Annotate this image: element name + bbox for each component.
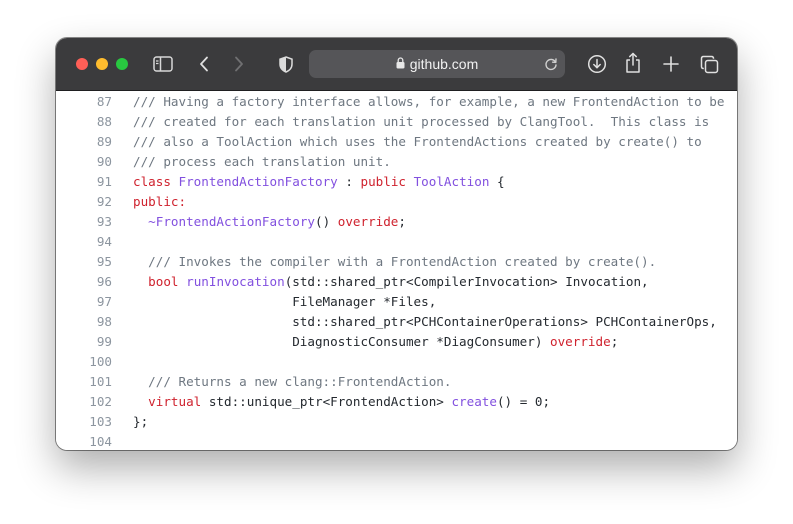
line-number[interactable]: 94 bbox=[56, 232, 112, 252]
code-token-entity: runInvocation bbox=[186, 274, 285, 289]
code-text: /// also a ToolAction which uses the Fro… bbox=[133, 132, 702, 152]
line-number[interactable]: 87 bbox=[56, 92, 112, 112]
browser-window: github.com 87 /// Having a factory interf… bbox=[56, 38, 737, 450]
code-token-comment: /// Invokes the compiler with a Frontend… bbox=[133, 254, 657, 269]
lock-icon bbox=[396, 50, 405, 78]
code-text: public: bbox=[133, 192, 186, 212]
url-text: github.com bbox=[409, 56, 479, 72]
code-token-plain: { bbox=[489, 174, 505, 189]
line-number[interactable]: 104 bbox=[56, 432, 112, 450]
code-text: class FrontendActionFactory : public Too… bbox=[133, 172, 505, 192]
code-token-comment: /// created for each translation unit pr… bbox=[133, 114, 710, 129]
code-text: /// process each translation unit. bbox=[133, 152, 391, 172]
browser-toolbar: github.com bbox=[56, 38, 737, 91]
code-token-plain: () = 0; bbox=[496, 394, 551, 409]
code-token-keyword: virtual bbox=[148, 394, 202, 409]
forward-icon[interactable] bbox=[231, 54, 247, 74]
line-number[interactable]: 98 bbox=[56, 312, 112, 332]
code-token-keyword: class bbox=[133, 174, 171, 189]
address-bar[interactable]: github.com bbox=[309, 50, 565, 78]
privacy-shield-icon[interactable] bbox=[277, 54, 295, 74]
tabs-overview-icon[interactable] bbox=[698, 53, 720, 75]
code-token-plain: DiagnosticConsumer *DiagConsumer) bbox=[133, 334, 551, 349]
code-token-entity: ~FrontendActionFactory bbox=[148, 214, 315, 229]
code-token-comment: /// Having a factory interface allows, f… bbox=[133, 94, 725, 109]
code-token-keyword: public: bbox=[133, 194, 187, 209]
share-icon[interactable] bbox=[623, 51, 643, 75]
code-token-plain: (std::shared_ptr<CompilerInvocation> Inv… bbox=[284, 274, 649, 289]
reload-icon[interactable] bbox=[543, 56, 559, 72]
code-token-comment: /// Returns a new clang::FrontendAction. bbox=[133, 374, 452, 389]
line-number[interactable]: 88 bbox=[56, 112, 112, 132]
close-window-button[interactable] bbox=[76, 58, 88, 70]
line-number[interactable]: 99 bbox=[56, 332, 112, 352]
line-number[interactable]: 103 bbox=[56, 412, 112, 432]
code-token-keyword: bool bbox=[148, 274, 179, 289]
code-text: /// created for each translation unit pr… bbox=[133, 112, 709, 132]
code-token-plain: FileManager *Files, bbox=[133, 294, 437, 309]
code-token-keyword: public bbox=[360, 174, 407, 189]
code-token-plain: }; bbox=[133, 414, 149, 429]
new-tab-icon[interactable] bbox=[661, 54, 681, 74]
code-token-plain: std::unique_ptr<FrontendAction> bbox=[201, 394, 452, 409]
line-number[interactable]: 100 bbox=[56, 352, 112, 372]
code-text: /// Invokes the compiler with a Frontend… bbox=[133, 252, 656, 272]
code-text: bool runInvocation(std::shared_ptr<Compi… bbox=[133, 272, 649, 292]
code-token-entity: FrontendActionFactory bbox=[178, 174, 338, 189]
code-token-plain: std::shared_ptr<PCHContainerOperations> … bbox=[133, 314, 717, 329]
code-text: /// Returns a new clang::FrontendAction. bbox=[133, 372, 451, 392]
code-token-plain: ; bbox=[610, 334, 619, 349]
code-text: DiagnosticConsumer *DiagConsumer) overri… bbox=[133, 332, 618, 352]
code-text: FileManager *Files, bbox=[133, 292, 436, 312]
code-token-plain: : bbox=[337, 174, 361, 189]
download-icon[interactable] bbox=[586, 53, 608, 75]
line-number[interactable]: 95 bbox=[56, 252, 112, 272]
line-number[interactable]: 93 bbox=[56, 212, 112, 232]
code-token-keyword: override bbox=[550, 334, 611, 349]
code-token-comment: /// also a ToolAction which uses the Fro… bbox=[133, 134, 702, 149]
line-number[interactable]: 91 bbox=[56, 172, 112, 192]
code-token-comment: /// process each translation unit. bbox=[133, 154, 391, 169]
line-number[interactable]: 92 bbox=[56, 192, 112, 212]
code-text: virtual std::unique_ptr<FrontendAction> … bbox=[133, 392, 550, 412]
code-token-entity: create bbox=[451, 394, 497, 409]
code-text: }; bbox=[133, 412, 148, 432]
zoom-window-button[interactable] bbox=[116, 58, 128, 70]
line-number[interactable]: 102 bbox=[56, 392, 112, 412]
code-text: ~FrontendActionFactory() override; bbox=[133, 212, 406, 232]
line-number[interactable]: 97 bbox=[56, 292, 112, 312]
line-number[interactable]: 89 bbox=[56, 132, 112, 152]
minimize-window-button[interactable] bbox=[96, 58, 108, 70]
code-token-keyword: override bbox=[337, 214, 399, 229]
code-token-entity: ToolAction bbox=[413, 174, 490, 189]
code-token-plain: () bbox=[314, 214, 338, 229]
code-text: /// Having a factory interface allows, f… bbox=[133, 92, 724, 112]
back-icon[interactable] bbox=[196, 54, 212, 74]
line-number[interactable]: 90 bbox=[56, 152, 112, 172]
sidebar-icon[interactable] bbox=[152, 54, 174, 74]
line-number[interactable]: 101 bbox=[56, 372, 112, 392]
code-view: 87 /// Having a factory interface allows,… bbox=[56, 91, 737, 450]
code-token-plain: ; bbox=[398, 214, 406, 229]
line-number[interactable]: 96 bbox=[56, 272, 112, 292]
code-text: std::shared_ptr<PCHContainerOperations> … bbox=[133, 312, 717, 332]
